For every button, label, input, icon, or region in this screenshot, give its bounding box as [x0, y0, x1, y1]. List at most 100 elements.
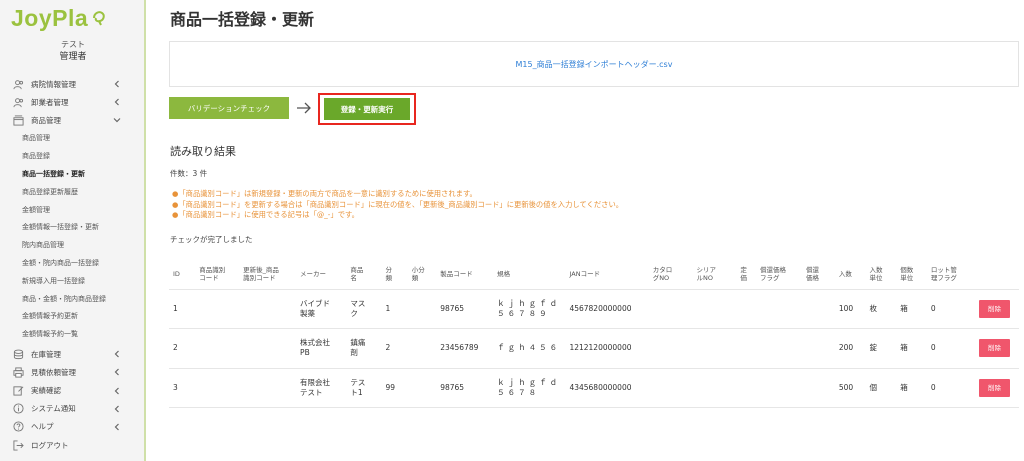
cell-item-unit: 箱: [896, 328, 927, 369]
cell-catalog: [648, 328, 693, 369]
menu-label: 病院情報管理: [31, 79, 76, 89]
notes: ●「商品識別コード」は新規登録・更新の両方で商品を一意に識別するために使用されま…: [172, 189, 623, 221]
cell-catalog: [648, 289, 693, 329]
cell-id: 2: [169, 328, 196, 369]
help-icon: [12, 421, 24, 433]
execute-button[interactable]: 登録・更新実行: [324, 98, 410, 120]
cell-reimb-price: [802, 328, 835, 369]
column-header: 分 類: [381, 259, 408, 290]
edit-icon: [12, 385, 24, 397]
cell-lot-flag: 0: [926, 328, 976, 369]
cell-serial: [692, 368, 737, 408]
menu-label: システム通知: [31, 404, 76, 414]
cell-name: 鎮痛 剤: [346, 328, 382, 369]
menu-help[interactable]: ヘルプ: [0, 418, 144, 436]
column-header: JANコード: [565, 259, 649, 290]
cell-new-code: [239, 289, 297, 329]
note-line: ●「商品識別コード」を更新する場合は「商品識別コード」に現在の値を、「更新後_商…: [172, 199, 624, 209]
menu-product[interactable]: 商品管理: [0, 111, 144, 129]
sidebar-sub-item[interactable]: 院内商品管理: [0, 236, 144, 254]
user-info: テスト 管理者: [0, 39, 144, 63]
note-line: ●「商品識別コード」に使用できる記号は「@_-」です。: [172, 210, 359, 219]
cell-price: [736, 289, 757, 329]
cell-code: [195, 328, 240, 369]
column-header: シリア ルNO: [692, 259, 737, 290]
cell-code: [195, 289, 240, 329]
cell-reimb-flag: [756, 289, 803, 329]
page-title: 商品一括登録・更新: [170, 10, 315, 29]
sidebar-sub-item[interactable]: 商品・金額・院内商品登録: [0, 290, 144, 308]
menu-quotation[interactable]: 見積依頼管理: [0, 363, 144, 381]
cell-serial: [692, 328, 737, 369]
delete-button[interactable]: 削除: [979, 339, 1011, 358]
cell-item-unit: 箱: [896, 368, 927, 408]
sidebar-sub-item[interactable]: 金額情報予約更新: [0, 308, 144, 326]
cell-jan: 4567820000000: [565, 289, 649, 329]
menu-label: 見積依頼管理: [31, 367, 76, 377]
cell-action: 削除: [975, 368, 1019, 408]
sidebar-sub-item[interactable]: 金額・院内商品一括登録: [0, 254, 144, 272]
validate-button[interactable]: バリデーションチェック: [169, 97, 289, 119]
menu-label: ヘルプ: [31, 422, 54, 432]
sidebar-sub-item-active[interactable]: 商品一括登録・更新: [0, 165, 144, 183]
cell-action: 削除: [975, 328, 1019, 369]
sidebar-sub-item[interactable]: 商品管理: [0, 130, 144, 148]
menu-logout[interactable]: ログアウト: [0, 436, 144, 454]
sidebar: JoyPla テスト 管理者 病院情報管理 卸業者管理 商品管理 商品管理 商品…: [0, 0, 146, 461]
sidebar-sub-item[interactable]: 金額情報予約一覧: [0, 325, 144, 343]
result-count: 件数：3 件: [170, 169, 208, 178]
logo-text: JoyPla: [11, 4, 89, 31]
delete-button[interactable]: 削除: [979, 378, 1011, 397]
menu-hospital-info[interactable]: 病院情報管理: [0, 75, 144, 93]
sidebar-sub-item[interactable]: 商品登録更新履歴: [0, 183, 144, 201]
table-row: 3 有限会社 テスト テス ト1 99 98765 ｋｊｈｇｆｄ ５６７８ 43456800…: [169, 368, 1019, 408]
result-table: ID 商品識別 コード 更新後_商品 識別コード メーカー 商品 名分 類小分 類製品コ…: [169, 259, 1019, 408]
leaf-icon: [93, 11, 105, 26]
column-header: 定 価: [736, 259, 757, 290]
menu-label: 実績確認: [31, 386, 61, 396]
delete-button[interactable]: 削除: [979, 299, 1011, 318]
menu-inventory[interactable]: 在庫管理: [0, 345, 144, 363]
result-title: 読み取り結果: [170, 145, 236, 158]
menu-label: ログアウト: [31, 440, 69, 450]
chevron-left-icon: [114, 350, 119, 358]
cell-cat: 2: [381, 328, 408, 369]
sidebar-sub-item[interactable]: 商品登録: [0, 147, 144, 165]
sidebar-sub-item[interactable]: 金額管理: [0, 201, 144, 219]
logo[interactable]: JoyPla: [11, 3, 108, 33]
cell-qty: 500: [834, 368, 866, 408]
column-header: 個数 単位: [896, 259, 927, 290]
file-drop-area[interactable]: M15_商品一括登録インポートヘッダー.csv: [169, 41, 1019, 87]
sidebar-sub-item[interactable]: 新規導入用一括登録: [0, 272, 144, 290]
column-header: 規格: [493, 259, 566, 290]
table-body: 1 バイブド 製薬 マス ク 1 98765 ｋｊｈｇｆｄ ５６７８９ 4567820000…: [169, 289, 1019, 408]
cell-id: 1: [169, 289, 196, 329]
menu-wholesaler[interactable]: 卸業者管理: [0, 93, 144, 111]
cell-qty-unit: 個: [865, 368, 897, 408]
menu-results[interactable]: 実績確認: [0, 382, 144, 400]
app-root: JoyPla テスト 管理者 病院情報管理 卸業者管理 商品管理 商品管理 商品…: [0, 0, 1024, 461]
cell-subcat: [407, 289, 437, 329]
info-icon: [12, 403, 24, 415]
table-row: 2 株式会社 PB 鎮痛 剤 2 23456789 ｆｇｈ４５６ 1212120000000…: [169, 328, 1019, 369]
column-header: [975, 259, 1019, 290]
user-name: テスト: [61, 40, 85, 49]
box-icon: [12, 114, 24, 126]
users-icon: [12, 96, 24, 108]
menu-system-notice[interactable]: システム通知: [0, 400, 144, 418]
cell-maker: バイブド 製薬: [296, 289, 347, 329]
cell-maker: 株式会社 PB: [296, 328, 347, 369]
cell-qty-unit: 錠: [865, 328, 897, 369]
sidebar-sub-item[interactable]: 金額情報一括登録・更新: [0, 219, 144, 237]
cell-new-code: [239, 368, 297, 408]
file-link[interactable]: M15_商品一括登録インポートヘッダー.csv: [516, 59, 673, 70]
cell-spec: ｋｊｈｇｆｄ ５６７８: [493, 368, 566, 408]
table-row: 1 バイブド 製薬 マス ク 1 98765 ｋｊｈｇｆｄ ５６７８９ 4567820000…: [169, 289, 1019, 329]
chevron-left-icon: [114, 423, 119, 431]
cell-jan: 4345680000000: [565, 368, 649, 408]
column-header: カタロ グNO: [648, 259, 693, 290]
column-header: 償還価格 フラグ: [756, 259, 803, 290]
cell-jan: 1212120000000: [565, 328, 649, 369]
column-header: 入数: [834, 259, 866, 290]
cell-cat: 1: [381, 289, 408, 329]
